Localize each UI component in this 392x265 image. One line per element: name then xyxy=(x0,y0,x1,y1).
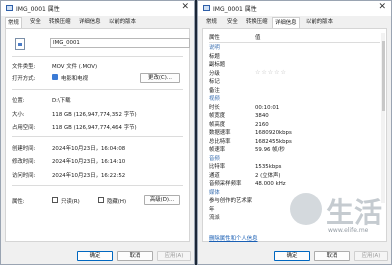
watermark-logo-icon xyxy=(290,193,322,225)
details-property-name: 通道 xyxy=(209,172,220,179)
properties-window-general: IMG_0001 属性 ✕ 常规 安全 转换压缩 详细信息 以前的版本 IMG_… xyxy=(0,0,195,265)
details-property-name: 备注 xyxy=(209,87,220,94)
details-property-value: 2160 xyxy=(255,121,269,128)
details-property-name: 年 xyxy=(209,206,215,213)
details-property-name: 帧速率 xyxy=(209,147,226,153)
tab-general[interactable]: 常规 xyxy=(204,17,219,28)
open-with-value: 电影和电视 xyxy=(61,76,88,82)
details-section-header: 说明 xyxy=(209,45,220,51)
cancel-button[interactable]: 取消 xyxy=(117,251,153,261)
details-property-value: 1682455kbps xyxy=(255,138,292,145)
divider xyxy=(12,136,183,137)
details-property-name: 帧宽度 xyxy=(209,113,226,119)
size-label: 大小: xyxy=(12,112,25,118)
details-property-value: 1535kbps xyxy=(255,164,282,170)
details-property-name: 副标题 xyxy=(209,62,226,68)
details-header: 属性 值 xyxy=(209,33,380,43)
modified-label: 修改时间: xyxy=(12,159,36,165)
tab-strip: 常规 安全 转换压缩 详细信息 以前的版本 xyxy=(198,17,391,28)
size-value: 118 GB (126,947,774,352 字节) xyxy=(52,112,137,118)
watermark: 生活 www.elife.me xyxy=(290,189,385,259)
movies-tv-app-icon xyxy=(52,74,58,80)
tab-compression[interactable]: 转换压缩 xyxy=(244,17,270,28)
file-type-label: 文件类型: xyxy=(12,64,36,70)
details-property-name: 分级 xyxy=(209,70,220,77)
tab-strip: 常规 安全 转换压缩 详细信息 以前的版本 xyxy=(1,17,194,28)
ok-button[interactable]: 确定 xyxy=(77,251,113,261)
readonly-label: 只读(R) xyxy=(61,199,80,205)
details-property-name: 流派 xyxy=(209,215,220,221)
close-icon[interactable]: ✕ xyxy=(181,2,189,13)
tab-security[interactable]: 安全 xyxy=(225,17,240,28)
tab-general[interactable]: 常规 xyxy=(5,17,22,28)
tab-details[interactable]: 详细信息 xyxy=(77,17,103,28)
window-title: IMG_0001 属性 xyxy=(16,6,60,13)
attributes-label: 属性: xyxy=(12,199,25,205)
remove-properties-link[interactable]: 删除属性和个人信息 xyxy=(209,234,258,242)
property-column-header[interactable]: 属性 xyxy=(209,33,220,41)
accessed-value: 2024年10月23日，16:22:52 xyxy=(52,173,126,179)
file-properties-icon xyxy=(203,5,210,11)
apply-button[interactable]: 应用(A) xyxy=(157,251,191,261)
title-bar: IMG_0001 属性 ✕ xyxy=(1,1,194,16)
ok-button[interactable]: 确定 xyxy=(274,251,310,261)
details-property-value: 2 (立体声) xyxy=(255,172,281,179)
details-property-name: 时长 xyxy=(209,104,220,111)
details-property-name: 数据速率 xyxy=(209,130,231,136)
details-property-name: 参与创作的艺术家 xyxy=(209,198,253,204)
window-title: IMG_0001 属性 xyxy=(213,6,257,13)
hidden-label: 隐藏(H) xyxy=(107,199,127,205)
details-property-name: 标题 xyxy=(209,53,220,60)
details-property-value: 59.96 帧/秒 xyxy=(255,147,285,153)
details-property-name: 标记 xyxy=(209,79,220,85)
title-bar: IMG_0001 属性 ✕ xyxy=(198,1,391,16)
hidden-checkbox[interactable] xyxy=(98,197,104,203)
value-column-header[interactable]: 值 xyxy=(255,33,260,41)
file-type-value: MOV 文件 (.MOV) xyxy=(52,64,98,70)
file-name-input[interactable]: IMG_0001 xyxy=(50,38,190,48)
rating-stars[interactable]: ☆☆☆☆☆ xyxy=(255,69,287,76)
location-value: D:\下载 xyxy=(52,98,71,104)
modified-value: 2024年10月23日，16:14:10 xyxy=(52,159,126,165)
details-property-value: 3840 xyxy=(255,113,269,119)
readonly-checkbox[interactable] xyxy=(52,197,58,203)
tab-compression[interactable]: 转换压缩 xyxy=(47,17,73,28)
size-on-disk-value: 118 GB (126,947,774,464 字节) xyxy=(52,125,137,131)
details-section-header: 媒体 xyxy=(209,189,220,196)
watermark-url: www.elife.me xyxy=(328,227,369,234)
tab-security[interactable]: 安全 xyxy=(28,17,43,28)
divider xyxy=(12,56,183,57)
created-label: 创建时间: xyxy=(12,146,36,152)
details-property-value: 48.000 kHz xyxy=(255,181,286,187)
details-property-name: 比特率 xyxy=(209,164,226,170)
details-property-value: 00:10:01 xyxy=(255,104,280,111)
created-value: 2024年10月23日，16:04:08 xyxy=(52,146,126,152)
details-property-name: 帧高度 xyxy=(209,121,226,128)
advanced-button[interactable]: 高级(D)... xyxy=(144,195,180,205)
watermark-text: 生活 xyxy=(326,196,383,229)
general-panel: IMG_0001 文件类型: MOV 文件 (.MOV) 打开方式: 电影和电视… xyxy=(5,28,190,242)
tab-previous-versions[interactable]: 以前的版本 xyxy=(304,17,335,28)
apply-button[interactable]: 应用(A) xyxy=(354,251,388,261)
details-property-value: 1680920kbps xyxy=(255,130,292,136)
cancel-button[interactable]: 取消 xyxy=(314,251,350,261)
details-section-header: 视频 xyxy=(209,96,220,102)
accessed-label: 访问时间: xyxy=(12,173,36,179)
file-properties-icon xyxy=(6,5,13,11)
video-file-icon xyxy=(15,38,25,50)
properties-window-details: IMG_0001 属性 ✕ 常规 安全 转换压缩 详细信息 以前的版本 属性 值… xyxy=(197,0,392,265)
size-on-disk-label: 占用空间: xyxy=(12,125,36,131)
details-property-name: 总比特率 xyxy=(209,138,231,145)
tab-previous-versions[interactable]: 以前的版本 xyxy=(107,17,138,28)
divider xyxy=(12,89,183,90)
location-label: 位置: xyxy=(12,98,25,104)
details-section-header: 音频 xyxy=(209,155,220,162)
scrollbar-thumb[interactable] xyxy=(382,41,385,111)
open-with-label: 打开方式: xyxy=(12,76,36,82)
details-property-name: 音频采样频率 xyxy=(209,181,242,187)
tab-details[interactable]: 详细信息 xyxy=(272,17,300,28)
divider xyxy=(12,185,183,186)
change-button[interactable]: 更改(C)... xyxy=(140,73,180,83)
close-icon[interactable]: ✕ xyxy=(378,2,386,13)
